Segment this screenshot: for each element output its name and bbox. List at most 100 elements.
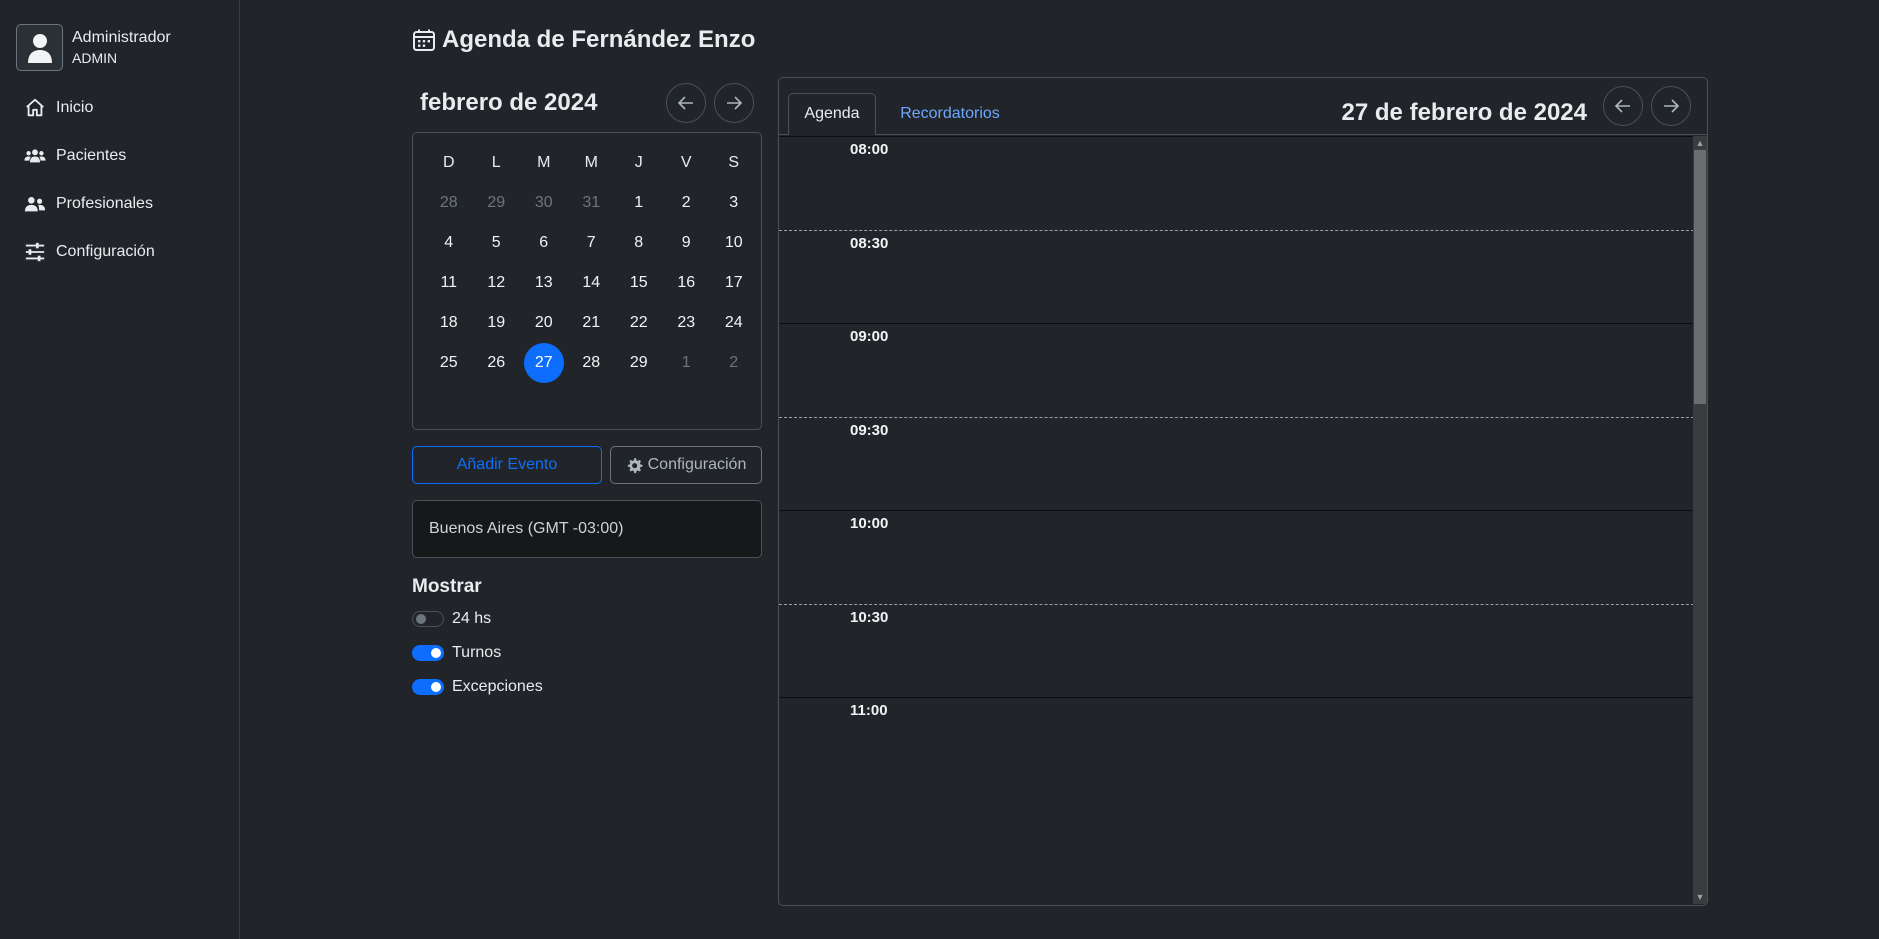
calendar-day-number: 31 xyxy=(582,194,601,211)
user-profile[interactable]: Administrador ADMIN xyxy=(16,24,171,71)
calendar-day[interactable]: 19 xyxy=(473,303,521,343)
calendar-day[interactable]: 24 xyxy=(710,303,758,343)
calendar-day-number: 25 xyxy=(439,354,458,371)
calendar-day-number: 27 xyxy=(523,343,564,383)
calendar-day[interactable]: 2 xyxy=(663,183,711,223)
slot-divider xyxy=(779,323,1694,324)
calendar-day-number: 5 xyxy=(491,234,501,251)
calendar-day-selected[interactable]: 27 xyxy=(520,343,568,383)
calendar-day[interactable]: 11 xyxy=(425,263,473,303)
timeline-scrollbar[interactable]: ▲ ▼ xyxy=(1693,136,1707,904)
calendar-day[interactable]: 18 xyxy=(425,303,473,343)
sidebar-item-configuracion[interactable]: Configuración xyxy=(24,228,155,276)
calendar-day[interactable]: 1 xyxy=(663,343,711,383)
calendar-day-number: 7 xyxy=(586,234,596,251)
calendar-day[interactable]: 8 xyxy=(615,223,663,263)
scroll-up-icon[interactable]: ▲ xyxy=(1695,138,1705,148)
calendar-day[interactable]: 15 xyxy=(615,263,663,303)
calendar-day[interactable]: 16 xyxy=(663,263,711,303)
calendar-day[interactable]: 14 xyxy=(568,263,616,303)
prev-month-button[interactable] xyxy=(666,83,706,123)
time-slot[interactable]: 10:00 xyxy=(779,510,1694,604)
mini-calendar-month: febrero de 2024 xyxy=(420,89,598,116)
calendar-day[interactable]: 31 xyxy=(568,183,616,223)
agenda-timeline[interactable]: 08:00 08:30 09:00 09:30 10:00 10:30 11:00 xyxy=(779,136,1694,904)
calendar-day[interactable]: 21 xyxy=(568,303,616,343)
calendar-day[interactable]: 29 xyxy=(473,183,521,223)
page-title: Agenda de Fernández Enzo xyxy=(412,26,755,54)
scroll-thumb[interactable] xyxy=(1694,150,1706,404)
agenda-config-button[interactable]: Configuración xyxy=(610,446,762,484)
toggle-label: Excepciones xyxy=(452,678,543,695)
weekday-header: V xyxy=(680,154,692,171)
calendar-day-number: 9 xyxy=(681,234,691,251)
time-slot[interactable]: 08:30 xyxy=(779,229,1694,324)
time-slot[interactable]: 09:00 xyxy=(779,323,1694,417)
sidebar-item-inicio[interactable]: Inicio xyxy=(24,84,155,132)
mini-calendar: D L M M J V S 28 29 30 31 1 2 3 4 5 6 7 8 9 10 11 12 13 14 15 16 17… xyxy=(412,132,762,430)
weekday-header: D xyxy=(442,154,455,171)
tab-recordatorios[interactable]: Recordatorios xyxy=(885,93,1015,135)
calendar-day[interactable]: 28 xyxy=(425,183,473,223)
calendar-day[interactable]: 7 xyxy=(568,223,616,263)
calendar-day[interactable]: 9 xyxy=(663,223,711,263)
time-slot[interactable]: 11:00 xyxy=(779,697,1694,791)
sidebar: Administrador ADMIN Inicio Pacientes Pro… xyxy=(0,0,240,939)
next-day-button[interactable] xyxy=(1651,86,1691,126)
calendar-day[interactable]: 23 xyxy=(663,303,711,343)
toggle-switch[interactable] xyxy=(412,611,444,627)
timezone-select[interactable]: Buenos Aires (GMT -03:00) xyxy=(412,500,762,558)
calendar-day[interactable]: 6 xyxy=(520,223,568,263)
calendar-day-number: 11 xyxy=(440,274,458,291)
toggle-switch[interactable] xyxy=(412,679,444,695)
calendar-day[interactable]: 30 xyxy=(520,183,568,223)
calendar-day-number: 21 xyxy=(582,314,601,331)
slot-divider xyxy=(779,136,1694,137)
sidebar-item-profesionales[interactable]: Profesionales xyxy=(24,180,155,228)
calendar-day[interactable]: 1 xyxy=(615,183,663,223)
agenda-panel: Agenda Recordatorios 27 de febrero de 20… xyxy=(778,77,1708,906)
time-slot[interactable]: 08:00 xyxy=(779,136,1694,230)
calendar-day[interactable]: 17 xyxy=(710,263,758,303)
calendar-day[interactable]: 29 xyxy=(615,343,663,383)
toggle-24hs[interactable]: 24 hs xyxy=(412,610,491,628)
calendar-day[interactable]: 28 xyxy=(568,343,616,383)
calendar-day[interactable]: 4 xyxy=(425,223,473,263)
calendar-day[interactable]: 25 xyxy=(425,343,473,383)
toggle-switch[interactable] xyxy=(412,645,444,661)
tab-agenda[interactable]: Agenda xyxy=(788,93,876,135)
calendar-day[interactable]: 12 xyxy=(473,263,521,303)
calendar-day[interactable]: 5 xyxy=(473,223,521,263)
weekday-header: M xyxy=(537,154,551,171)
calendar-day-number: 22 xyxy=(629,314,648,331)
sidebar-item-label: Configuración xyxy=(56,243,155,260)
calendar-day[interactable]: 20 xyxy=(520,303,568,343)
user-group-icon xyxy=(24,197,46,212)
calendar-day[interactable]: 22 xyxy=(615,303,663,343)
calendar-day-number: 18 xyxy=(439,314,458,331)
calendar-day-number: 29 xyxy=(629,354,648,371)
time-slot[interactable]: 10:30 xyxy=(779,603,1694,698)
calendar-day[interactable]: 10 xyxy=(710,223,758,263)
mini-calendar-grid: D L M M J V S 28 29 30 31 1 2 3 4 5 6 7 8 9 10 11 12 13 14 15 16 17… xyxy=(425,143,757,383)
time-slot-label: 10:00 xyxy=(850,515,889,532)
calendar-day[interactable]: 26 xyxy=(473,343,521,383)
time-slot-label: 08:00 xyxy=(850,141,889,158)
calendar-day-number: 12 xyxy=(487,274,506,291)
prev-day-button[interactable] xyxy=(1603,86,1643,126)
calendar-day[interactable]: 3 xyxy=(710,183,758,223)
toggle-turnos[interactable]: Turnos xyxy=(412,644,501,662)
slot-divider xyxy=(779,603,1694,605)
sidebar-item-pacientes[interactable]: Pacientes xyxy=(24,132,155,180)
add-event-button[interactable]: Añadir Evento xyxy=(412,446,602,484)
calendar-day[interactable]: 2 xyxy=(710,343,758,383)
slot-divider xyxy=(779,697,1694,698)
time-slot[interactable]: 09:30 xyxy=(779,416,1694,511)
calendar-day-number: 8 xyxy=(634,234,644,251)
toggle-excepciones[interactable]: Excepciones xyxy=(412,678,543,696)
scroll-down-icon[interactable]: ▼ xyxy=(1695,892,1705,902)
calendar-day-number: 30 xyxy=(534,194,553,211)
next-month-button[interactable] xyxy=(714,83,754,123)
calendar-day-number: 20 xyxy=(534,314,553,331)
calendar-day[interactable]: 13 xyxy=(520,263,568,303)
